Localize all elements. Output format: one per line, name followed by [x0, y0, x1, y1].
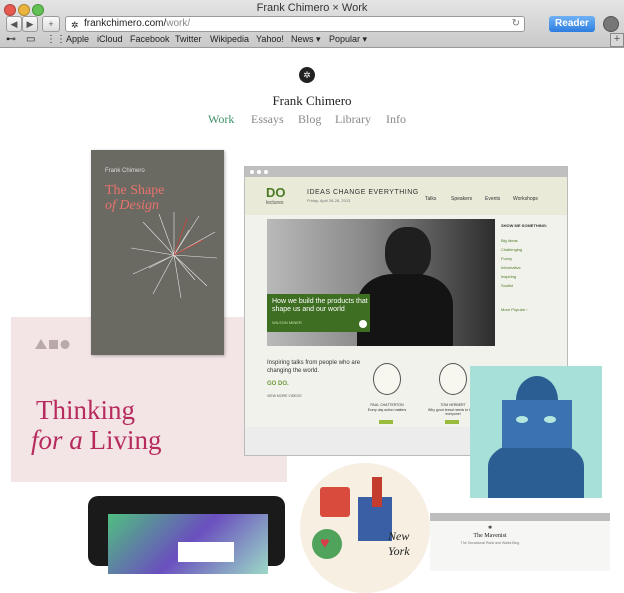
side-item: Soulful — [501, 283, 514, 288]
speaker-sketch — [373, 363, 401, 395]
mavenist-project[interactable]: ✱ The Mavenist The Occasional Rank and W… — [430, 513, 610, 571]
ipad-project[interactable] — [88, 496, 285, 574]
speaker-1-cta — [379, 420, 393, 424]
bookmark-wikipedia[interactable]: Wikipedia — [210, 34, 249, 44]
do-nav-workshops: Workshops — [513, 196, 538, 202]
address-bar[interactable]: ✲ frankchimero.com/work/ ↻ — [65, 16, 525, 32]
mini-browser-bar — [245, 167, 567, 177]
side-heading: SHOW ME SOMETHING: — [501, 223, 548, 228]
thinking-title-line2: for a Living — [31, 425, 162, 455]
bookmarks-book-icon[interactable]: ▭ — [26, 34, 35, 45]
reading-list-icon[interactable]: ⊷ — [6, 34, 16, 45]
heart-icon: ♥ — [320, 535, 330, 552]
new-york-illustration[interactable]: ♥ New York — [300, 463, 430, 593]
side-item: Inspiring — [501, 274, 517, 279]
url-path: work/ — [166, 18, 191, 29]
url-domain: frankchimero.com/ — [84, 18, 167, 29]
starburst-illustration — [130, 212, 218, 299]
bookmark-apple[interactable]: Apple — [66, 34, 89, 44]
reader-button[interactable]: Reader — [549, 16, 595, 32]
new-york-text: New York — [388, 529, 410, 558]
do-lectures-date: Friday, April 26-28, 2013 — [307, 198, 351, 203]
speaker-sketch — [439, 363, 467, 395]
new-tab-plus-button[interactable]: + — [610, 33, 624, 47]
nav-work[interactable]: Work — [208, 112, 234, 127]
go-do-text: GO DO. — [267, 381, 289, 387]
do-lectures-logo: DO lectures — [266, 185, 286, 206]
site-favicon-icon: ✲ — [71, 20, 79, 30]
thinking-title-line1: Thinking — [36, 395, 135, 425]
do-lectures-tagline: IDEAS CHANGE EVERYTHING — [307, 189, 419, 196]
reload-icon[interactable]: ↻ — [512, 17, 520, 31]
back-button[interactable]: ◀ — [6, 16, 22, 32]
hero-caption: How we build the products that shape us … — [267, 294, 370, 332]
bookmark-news-menu[interactable]: News ▾ — [291, 34, 321, 45]
play-icon — [359, 320, 367, 328]
nav-blog[interactable]: Blog — [298, 112, 321, 127]
side-item: Big Ideas — [501, 238, 518, 243]
bookmark-yahoo[interactable]: Yahoo! — [256, 34, 284, 44]
side-item: Funny — [501, 256, 513, 261]
mavenist-subtitle: The Occasional Rank and Walks Blog — [460, 541, 520, 545]
speaker-1: PAUL CHATTERTON Every day action matters — [367, 403, 407, 412]
do-nav-speakers: Speakers — [451, 196, 473, 202]
shape-of-design-book[interactable]: Frank Chimero The Shape of Design — [91, 150, 224, 355]
downloads-icon[interactable] — [603, 16, 619, 32]
mavenist-title: The Mavenist — [473, 533, 507, 539]
book-title-line1: The Shape — [105, 183, 165, 198]
shape-glyphs-icon — [35, 339, 70, 349]
side-more-link: More Popular › — [501, 307, 528, 312]
do-nav-talks: Talks — [425, 196, 437, 202]
side-item: Informative — [501, 265, 521, 270]
bookmark-twitter[interactable]: Twitter — [175, 34, 202, 44]
top-sites-grid-icon[interactable]: ⋮⋮ — [46, 34, 66, 45]
nav-essays[interactable]: Essays — [251, 112, 284, 127]
forward-button[interactable]: ▶ — [22, 16, 38, 32]
view-more-videos: VIEW MORE VIDEOS — [267, 394, 302, 398]
site-logo-icon[interactable]: ✲ — [299, 67, 315, 83]
bookmark-facebook[interactable]: Facebook — [130, 34, 170, 44]
side-item: Challenging — [501, 247, 523, 252]
bookmark-icloud[interactable]: iCloud — [97, 34, 123, 44]
bookmark-popular-menu[interactable]: Popular ▾ — [329, 34, 367, 45]
browser-toolbar: Frank Chimero × Work ◀ ▶ + ✲ frankchimer… — [0, 0, 624, 48]
new-tab-button[interactable]: + — [42, 16, 60, 32]
nav-library[interactable]: Library — [335, 112, 371, 127]
speaker-2-cta — [445, 420, 459, 424]
do-nav-events: Events — [485, 196, 501, 202]
window-title: Frank Chimero × Work — [256, 2, 368, 14]
book-author: Frank Chimero — [105, 168, 145, 174]
site-name[interactable]: Frank Chimero — [0, 93, 624, 109]
nav-info[interactable]: Info — [386, 112, 406, 127]
reading-person-illustration[interactable] — [470, 366, 602, 498]
inspiring-text: Inspiring talks from people who are chan… — [267, 360, 361, 374]
